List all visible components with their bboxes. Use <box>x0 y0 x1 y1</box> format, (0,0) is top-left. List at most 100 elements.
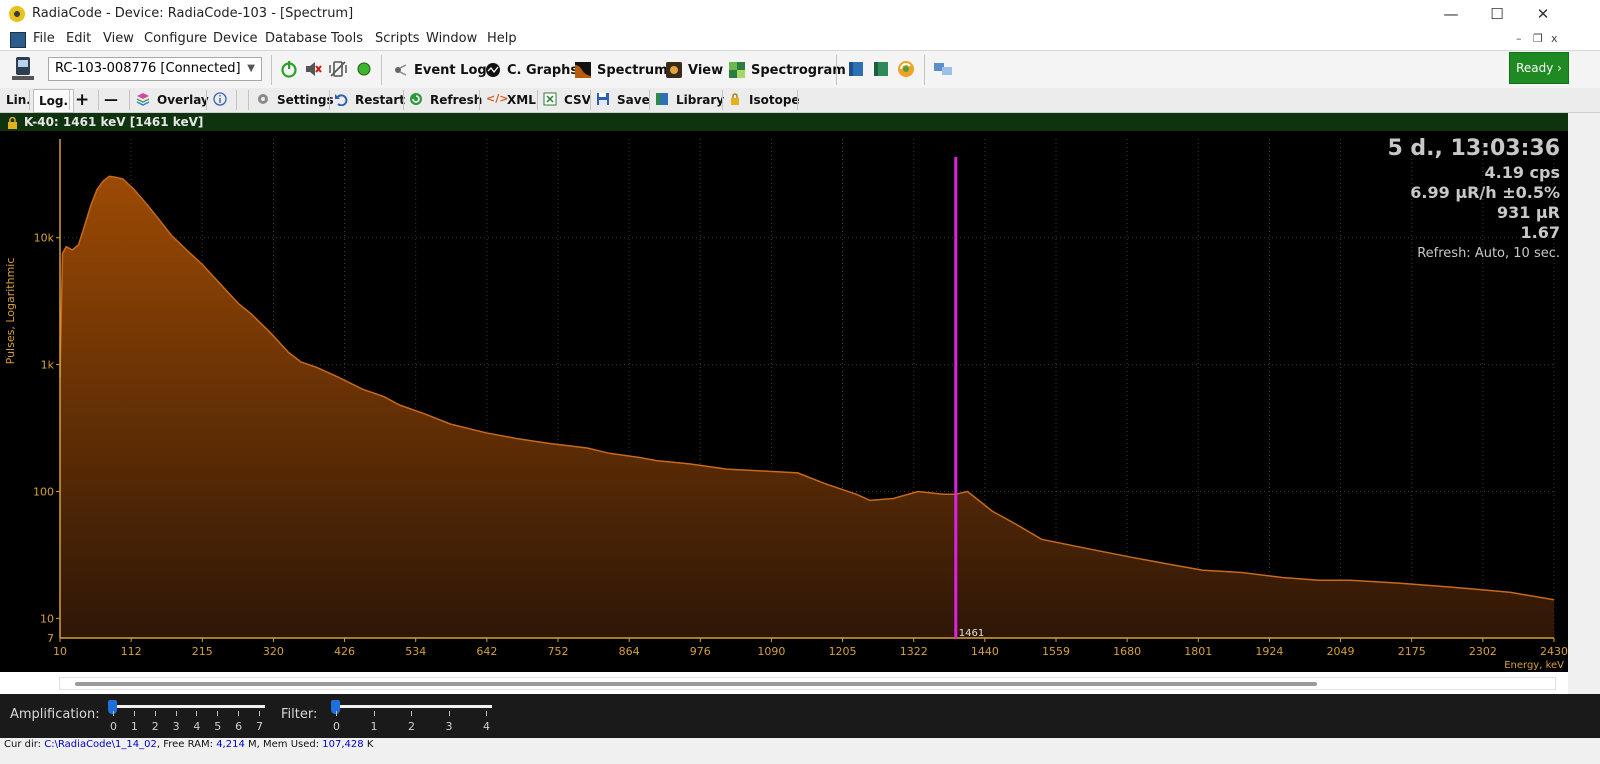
amplification-tick <box>175 711 177 716</box>
menu-scripts[interactable]: Scripts <box>375 31 419 46</box>
log-scale-button[interactable]: Log. <box>33 89 75 113</box>
menu-file[interactable]: File <box>33 31 55 46</box>
layers-icon <box>136 92 152 108</box>
overlay-button[interactable]: Overlay <box>136 91 209 109</box>
library-button[interactable]: Library <box>655 91 724 109</box>
amplification-tick-label: 4 <box>193 720 201 733</box>
y-tick-label: 10k <box>34 232 55 245</box>
minimize-button[interactable]: — <box>1428 0 1474 28</box>
floppy-disk-icon <box>596 92 612 108</box>
refresh-info: Refresh: Auto, 10 sec. <box>1417 246 1560 261</box>
scrollbar-thumb[interactable] <box>75 682 1317 686</box>
book-green-icon[interactable] <box>871 59 891 82</box>
info-button[interactable] <box>213 91 229 109</box>
ready-button[interactable]: Ready › <box>1509 52 1569 84</box>
x-tick-label: 534 <box>405 645 426 658</box>
network-icon[interactable] <box>932 59 954 82</box>
c-graphs-button[interactable]: C. Graphs <box>485 60 578 80</box>
view-button[interactable]: View <box>666 60 723 80</box>
spectrum-plot[interactable]: 10 112 215 320 426 534 642 752 864 976 1090 1205 132… <box>0 131 1568 690</box>
update-icon[interactable] <box>895 58 917 83</box>
led-indicator-icon[interactable] <box>354 59 374 82</box>
menu-tools[interactable]: Tools <box>331 31 363 46</box>
amplification-slider-track[interactable] <box>111 705 265 708</box>
amplification-tick-label: 6 <box>235 720 243 733</box>
x-tick-label: 1090 <box>757 645 785 658</box>
menu-view[interactable]: View <box>103 31 134 46</box>
save-label: Save <box>617 93 650 107</box>
filter-slider-track[interactable] <box>334 705 492 708</box>
spectrum-chart[interactable]: 10 112 215 320 426 534 642 752 864 976 1090 1205 132… <box>0 131 1568 690</box>
window-title: RadiaCode - Device: RadiaCode-103 - [Spe… <box>32 6 354 21</box>
book-blue-icon[interactable] <box>846 59 866 82</box>
sound-off-icon[interactable] <box>303 59 323 82</box>
y-tick-label: 1k <box>41 359 55 372</box>
linear-scale-button[interactable]: Lin. <box>6 91 31 109</box>
horizontal-scrollbar[interactable]: Energy, keV <box>0 660 1568 694</box>
mdi-minimize-button[interactable]: – <box>1516 32 1522 45</box>
amplification-tick <box>259 711 260 716</box>
restart-button[interactable]: Restart <box>334 91 405 109</box>
isotope-info-text: K-40: 1461 keV [1461 keV] <box>24 115 204 129</box>
x-tick-label: 864 <box>619 645 640 658</box>
maximize-button[interactable]: ☐ <box>1474 0 1520 28</box>
title-bar: RadiaCode - Device: RadiaCode-103 - [Spe… <box>0 0 1600 28</box>
spectrum-icon <box>575 62 591 78</box>
device-icon[interactable] <box>9 55 37 83</box>
accumulated-dose: 931 µR <box>1496 203 1560 222</box>
menu-database[interactable]: Database <box>265 31 327 46</box>
mdi-close-button[interactable]: x <box>1551 32 1558 45</box>
csv-button[interactable]: CSV <box>543 91 591 109</box>
mdi-restore-button[interactable]: ❐ <box>1533 32 1543 45</box>
cur-dir-path: C:\RadiaCode\1_14_02 <box>44 739 157 750</box>
save-button[interactable]: Save <box>596 91 650 109</box>
isotope-button[interactable]: Isotope <box>728 91 800 109</box>
spectrogram-button[interactable]: Spectrogram <box>729 60 846 80</box>
refresh-button[interactable]: Refresh <box>409 91 482 109</box>
count-rate: 4.19 cps <box>1484 163 1560 182</box>
power-icon[interactable] <box>279 59 299 82</box>
xml-button[interactable]: </> XML <box>486 91 536 109</box>
status-bar: Cur dir: C:\RadiaCode\1_14_02, Free RAM:… <box>0 738 1600 764</box>
menu-help[interactable]: Help <box>487 31 517 46</box>
settings-label: Settings <box>277 93 334 107</box>
restart-label: Restart <box>355 93 406 107</box>
menu-device[interactable]: Device <box>213 31 257 46</box>
info-icon <box>213 92 229 108</box>
graph-icon <box>485 62 501 78</box>
filter-tick-label: 4 <box>483 720 490 733</box>
menu-window[interactable]: Window <box>426 31 477 46</box>
view-label: View <box>688 62 724 78</box>
menu-edit[interactable]: Edit <box>66 31 91 46</box>
library-label: Library <box>676 93 725 107</box>
amplification-tick <box>113 711 114 716</box>
code-icon: </> <box>486 92 509 105</box>
spectrum-area <box>60 176 1554 639</box>
refresh-icon <box>409 92 425 108</box>
device-select[interactable]: RC-103-008776 [Connected] ▼ <box>48 57 262 81</box>
amplification-tick <box>217 711 219 716</box>
amplification-tick-label: 2 <box>151 720 159 733</box>
x-tick-label: 215 <box>192 645 213 658</box>
x-tick-label: 1440 <box>971 645 999 658</box>
vibration-off-icon[interactable] <box>328 59 348 82</box>
zoom-out-button[interactable]: — <box>104 91 118 109</box>
vertical-scroll-area <box>1568 113 1600 690</box>
zoom-in-button[interactable]: + <box>75 90 89 110</box>
menu-configure[interactable]: Configure <box>144 31 207 46</box>
y-tick-label: 10 <box>40 612 54 625</box>
settings-button[interactable]: Settings <box>256 91 334 109</box>
mdi-window-icon[interactable] <box>10 32 26 48</box>
ratio-value: 1.67 <box>1520 223 1560 242</box>
gear-icon <box>256 92 272 108</box>
y-axis-label: Pulses, Logarithmic <box>4 258 17 365</box>
x-tick-label: 752 <box>548 645 569 658</box>
event-log-button[interactable]: Event Log <box>392 60 487 80</box>
close-button[interactable]: ✕ <box>1520 0 1566 28</box>
x-tick-label: 1801 <box>1184 645 1212 658</box>
status-text: Cur dir: C:\RadiaCode\1_14_02, Free RAM:… <box>4 739 373 750</box>
amplification-tick-label: 3 <box>172 720 180 733</box>
x-tick-label: 112 <box>121 645 142 658</box>
spectrum-button[interactable]: Spectrum <box>575 60 668 80</box>
dose-rate: 6.99 µR/h ±0.5% <box>1410 183 1560 202</box>
